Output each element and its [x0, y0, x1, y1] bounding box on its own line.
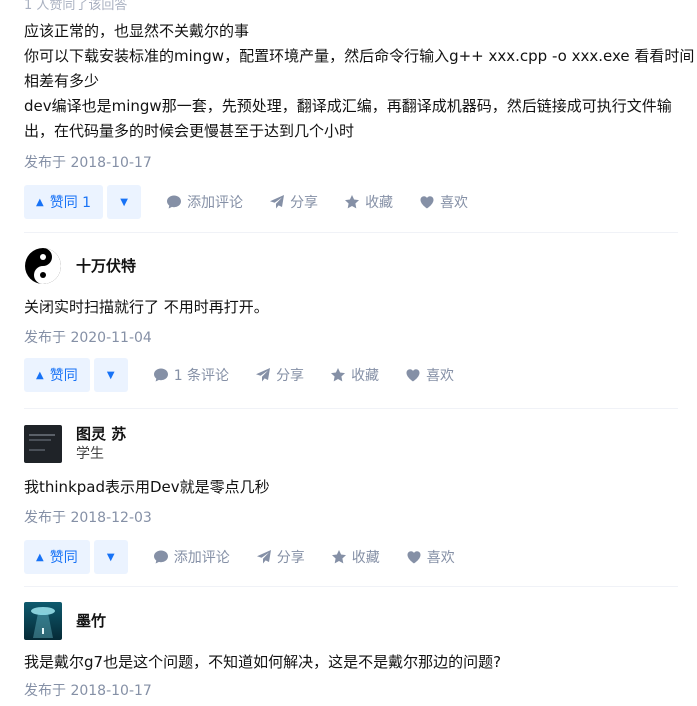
answer-content: 我是戴尔g7也是这个问题，不知道如何解决，这是不是戴尔那边的问题? — [24, 650, 678, 675]
comment-bubble-icon — [153, 368, 168, 382]
answer-item: 墨竹 我是戴尔g7也是这个问题，不知道如何解决，这是不是戴尔那边的问题? 发布于… — [24, 602, 678, 701]
like-label: 喜欢 — [426, 550, 455, 566]
answer-divider — [24, 232, 678, 233]
publish-date[interactable]: 发布于 2018-10-17 — [24, 681, 678, 701]
vote-up-button[interactable]: ▲ 赞同 — [24, 358, 90, 392]
answer-content: 应该正常的，也显然不关戴尔的事 你可以下载安装标准的mingw，配置环境产量，然… — [24, 19, 695, 144]
vote-down-button[interactable]: ▼ — [93, 540, 128, 574]
publish-date[interactable]: 发布于 2020-11-04 — [24, 328, 678, 348]
heart-icon — [406, 369, 420, 382]
comment-bubble-icon — [167, 195, 182, 209]
avatar[interactable] — [24, 247, 62, 285]
answer-item: 十万伏特 关闭实时扫描就行了 不用时再打开。 发布于 2020-11-04 ▲ … — [24, 247, 678, 392]
comment-button[interactable]: 添加评论 — [153, 547, 230, 567]
answer-divider — [24, 408, 678, 409]
paper-plane-icon — [256, 550, 271, 564]
author-meta: 图灵 苏 学生 — [76, 424, 126, 464]
paper-plane-icon — [270, 195, 285, 209]
like-label: 喜欢 — [426, 368, 455, 384]
star-icon — [331, 368, 346, 382]
triangle-down-icon: ▼ — [106, 369, 115, 381]
vote-up-label: 赞同 — [49, 550, 78, 566]
like-button[interactable]: 喜欢 — [405, 365, 454, 385]
vote-down-button[interactable]: ▼ — [107, 185, 142, 219]
publish-date[interactable]: 发布于 2018-10-17 — [24, 153, 678, 173]
answer-item: 图灵 苏 学生 我thinkpad表示用Dev就是零点几秒 发布于 2018-1… — [24, 424, 678, 574]
favorite-button[interactable]: 收藏 — [331, 547, 380, 567]
dark-avatar-image — [24, 425, 62, 463]
star-icon — [345, 195, 360, 209]
comment-label: 1 条评论 — [173, 368, 230, 384]
like-label: 喜欢 — [440, 195, 469, 211]
answer-content: 我thinkpad表示用Dev就是零点几秒 — [24, 475, 678, 500]
answer-text-line: dev编译也是mingw那一套，先预处理，翻译成汇编，再翻译成机器码，然后链接成… — [24, 97, 672, 115]
avatar[interactable] — [24, 602, 62, 640]
answer-text-line: 应该正常的，也显然不关戴尔的事 — [24, 22, 250, 40]
heart-icon — [407, 551, 421, 564]
author-info: 十万伏特 — [24, 247, 678, 285]
triangle-up-icon: ▲ — [36, 369, 44, 381]
like-button[interactable]: 喜欢 — [406, 547, 455, 567]
vote-down-button[interactable]: ▼ — [93, 358, 128, 392]
comment-bubble-icon — [153, 550, 168, 564]
author-meta: 墨竹 — [76, 611, 106, 631]
answer-text-line: 关闭实时扫描就行了 不用时再打开。 — [24, 298, 269, 316]
triangle-up-icon: ▲ — [36, 196, 44, 208]
answer-text-line: 出，在代码量多的时候会更慢甚至于达到几个小时 — [24, 122, 355, 140]
answer-item: 应该正常的，也显然不关戴尔的事 你可以下载安装标准的mingw，配置环境产量，然… — [24, 19, 695, 219]
avatar[interactable] — [24, 425, 62, 463]
comment-button[interactable]: 添加评论 — [166, 192, 243, 212]
share-label: 分享 — [276, 550, 305, 566]
paper-plane-icon — [256, 368, 271, 382]
like-button[interactable]: 喜欢 — [419, 192, 468, 212]
star-icon — [331, 550, 346, 564]
favorite-label: 收藏 — [365, 195, 394, 211]
favorite-label: 收藏 — [351, 550, 380, 566]
ufo-light-avatar-image — [24, 602, 62, 640]
author-meta: 十万伏特 — [76, 256, 136, 276]
author-name[interactable]: 图灵 苏 — [76, 424, 126, 444]
share-button[interactable]: 分享 — [269, 192, 318, 212]
heart-icon — [420, 196, 434, 209]
answer-text-line: 相差有多少 — [24, 72, 100, 90]
triangle-down-icon: ▼ — [120, 196, 128, 208]
favorite-label: 收藏 — [351, 368, 380, 384]
share-label: 分享 — [276, 368, 305, 384]
share-button[interactable]: 分享 — [256, 547, 305, 567]
comment-label: 添加评论 — [173, 550, 230, 566]
comment-label: 添加评论 — [187, 195, 244, 211]
vote-up-button[interactable]: ▲ 赞同 1 — [24, 185, 104, 219]
author-name[interactable]: 墨竹 — [76, 611, 106, 631]
author-info: 墨竹 — [24, 602, 678, 640]
triangle-up-icon: ▲ — [36, 551, 44, 563]
comment-button[interactable]: 1 条评论 — [153, 365, 229, 385]
publish-date[interactable]: 发布于 2018-12-03 — [24, 508, 678, 528]
action-bar: ▲ 赞同 1 ▼ 添加评论 分享 收藏 喜欢 — [24, 185, 678, 219]
vote-up-button[interactable]: ▲ 赞同 — [24, 540, 90, 574]
favorite-button[interactable]: 收藏 — [344, 192, 393, 212]
author-info: 图灵 苏 学生 — [24, 424, 678, 464]
answer-text-line: 你可以下载安装标准的mingw，配置环境产量，然后命令行输入g++ xxx.cp… — [24, 47, 695, 65]
yin-yang-avatar-image — [24, 247, 62, 285]
answer-divider — [24, 586, 678, 587]
voters-summary: 1 人赞同了该回答 — [24, 0, 128, 13]
author-headline: 学生 — [76, 446, 104, 462]
share-button[interactable]: 分享 — [255, 365, 304, 385]
answer-content: 关闭实时扫描就行了 不用时再打开。 — [24, 295, 678, 320]
share-label: 分享 — [290, 195, 319, 211]
answer-feed: 1 人赞同了该回答 应该正常的，也显然不关戴尔的事 你可以下载安装标准的ming… — [0, 0, 697, 706]
action-bar: ▲ 赞同 ▼ 添加评论 分享 收藏 喜欢 — [24, 540, 678, 574]
action-bar: ▲ 赞同 ▼ 1 条评论 分享 收藏 喜欢 — [24, 358, 678, 392]
vote-up-label: 赞同 1 — [49, 195, 92, 211]
answer-text-line: 我是戴尔g7也是这个问题，不知道如何解决，这是不是戴尔那边的问题? — [24, 653, 502, 671]
answer-text-line: 我thinkpad表示用Dev就是零点几秒 — [24, 478, 270, 496]
author-name[interactable]: 十万伏特 — [76, 256, 136, 276]
favorite-button[interactable]: 收藏 — [330, 365, 379, 385]
vote-up-label: 赞同 — [49, 368, 78, 384]
triangle-down-icon: ▼ — [106, 551, 115, 563]
